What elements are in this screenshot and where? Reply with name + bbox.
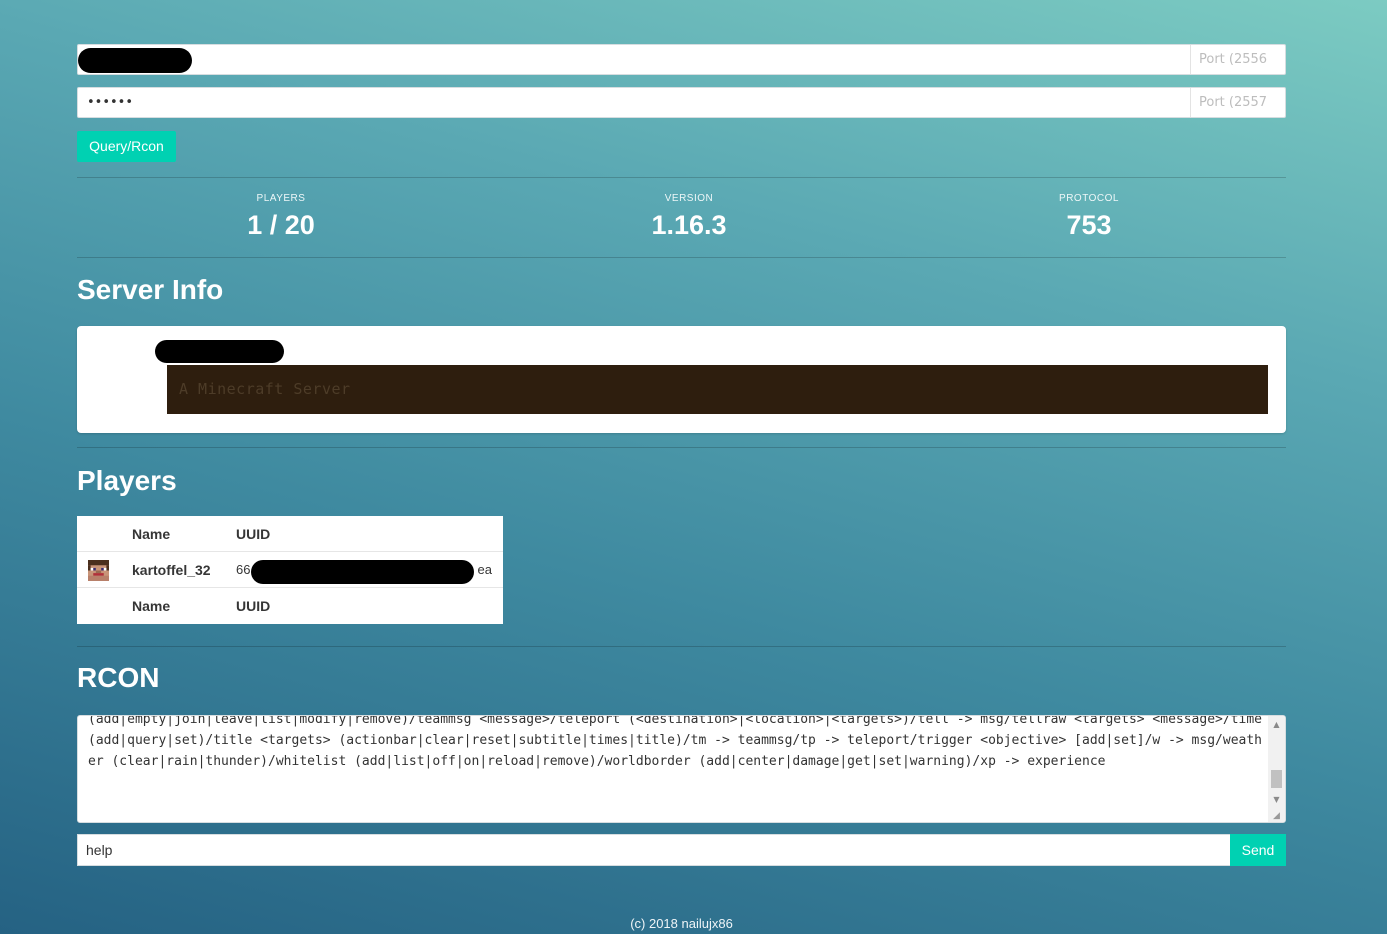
stat-label: VERSION <box>664 193 714 204</box>
player-head-icon <box>88 560 109 581</box>
redacted-uuid <box>251 560 474 584</box>
table-footer-row: Name UUID <box>77 588 503 624</box>
divider <box>77 646 1286 647</box>
query-port-input[interactable]: Port (2556 <box>1190 45 1285 74</box>
server-motd: A Minecraft Server <box>167 365 1268 414</box>
column-footer-name: Name <box>132 598 171 614</box>
column-header-uuid: UUID <box>236 526 271 542</box>
divider <box>77 177 1286 178</box>
rcon-password-row: •••••• Port (2557 <box>77 87 1286 118</box>
rcon-output-text: (add|empty|join|leave|list|modify|remove… <box>88 715 1270 769</box>
query-rcon-button[interactable]: Query/Rcon <box>77 131 176 162</box>
rcon-heading: RCON <box>77 662 160 693</box>
scroll-down-icon[interactable]: ▼ <box>1268 791 1285 808</box>
divider <box>77 257 1286 258</box>
server-address-row: Port (2556 <box>77 44 1286 75</box>
rcon-command-row: Send <box>77 834 1286 866</box>
player-uuid-suffix: ea <box>477 562 492 577</box>
rcon-password-input[interactable]: •••••• <box>78 88 1191 117</box>
stat-players: PLAYERS 1 / 20 <box>171 193 391 241</box>
footer-copyright: (c) 2018 nailujx86 <box>630 916 733 931</box>
table-header-row: Name UUID <box>77 516 503 552</box>
player-name: kartoffel_32 <box>132 562 211 578</box>
players-table: Name UUID kartoffel_32 66 ea Name UUID <box>77 516 503 624</box>
stat-value: 1.16.3 <box>651 210 727 240</box>
stat-label: PROTOCOL <box>1059 193 1119 204</box>
column-header-name: Name <box>132 526 171 542</box>
server-info-box: A Minecraft Server <box>77 326 1286 433</box>
server-info-heading: Server Info <box>77 274 224 305</box>
rcon-port-input[interactable]: Port (2557 <box>1190 88 1285 117</box>
rcon-command-input[interactable] <box>78 835 1231 865</box>
stat-protocol: PROTOCOL 753 <box>979 193 1199 241</box>
divider <box>77 447 1286 448</box>
stat-value: 753 <box>1066 210 1112 240</box>
player-uuid: 66 <box>236 562 251 577</box>
resize-grip-icon[interactable]: ◢ <box>1273 811 1283 821</box>
server-address-input[interactable] <box>78 45 1191 74</box>
stat-value: 1 / 20 <box>247 210 315 240</box>
redacted-address <box>78 48 192 73</box>
stat-label: PLAYERS <box>256 193 306 204</box>
rcon-scrollbar[interactable]: ▲ ▼ <box>1268 716 1285 822</box>
table-row: kartoffel_32 66 ea <box>77 552 503 588</box>
send-button[interactable]: Send <box>1230 834 1286 866</box>
redacted-server-name <box>155 340 284 363</box>
rcon-output-textarea[interactable]: (add|empty|join|leave|list|modify|remove… <box>77 715 1286 823</box>
stat-version: VERSION 1.16.3 <box>579 193 799 241</box>
column-footer-uuid: UUID <box>236 598 271 614</box>
scroll-thumb[interactable] <box>1271 770 1282 788</box>
scroll-up-icon[interactable]: ▲ <box>1268 716 1285 733</box>
players-heading: Players <box>77 465 177 496</box>
